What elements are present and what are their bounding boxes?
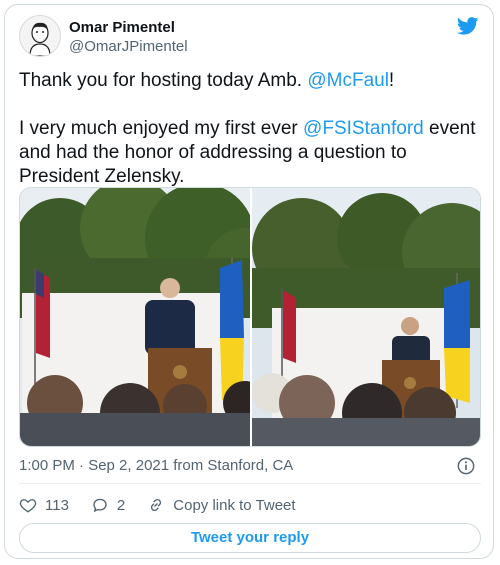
like-button[interactable]: 113: [19, 496, 69, 514]
mention-fsistanford[interactable]: @FSIStanford: [303, 118, 424, 139]
tweet-media: [19, 187, 481, 447]
tweet-line-1: Thank you for hosting today Amb. @McFaul…: [19, 69, 481, 93]
copy-link-label: Copy link to Tweet: [173, 496, 296, 514]
tweet-text: Thank you for hosting today Amb. @McFaul…: [19, 69, 481, 189]
author-name[interactable]: Omar Pimentel: [69, 19, 175, 36]
info-icon[interactable]: [457, 457, 475, 475]
tweet-text-segment: Thank you for hosting today Amb.: [19, 70, 308, 91]
like-count: 113: [45, 496, 69, 514]
twitter-bird-icon[interactable]: [457, 17, 479, 35]
tweet-your-reply-button[interactable]: Tweet your reply: [19, 523, 481, 553]
photo-speaker-wide[interactable]: [20, 188, 250, 446]
copy-link-button[interactable]: Copy link to Tweet: [147, 496, 296, 514]
link-icon: [151, 498, 162, 512]
divider: [19, 483, 481, 484]
author-handle[interactable]: @OmarJPimentel: [69, 38, 188, 55]
tweet-actions: 113 2 Copy link to Tweet: [19, 493, 318, 517]
reply-bubble-icon: [93, 498, 107, 513]
tweet-card: Omar Pimentel @OmarJPimentel Thank you f…: [4, 4, 494, 559]
mention-mcfaul[interactable]: @McFaul: [307, 70, 389, 91]
photo-speaker-closeup[interactable]: [252, 188, 480, 446]
avatar[interactable]: [19, 15, 61, 57]
tweet-timestamp[interactable]: 1:00 PM · Sep 2, 2021 from Stanford, CA: [19, 457, 293, 474]
reply-action-button[interactable]: 2: [91, 496, 125, 514]
reply-count: 2: [116, 496, 126, 514]
tweet-text-segment: !: [388, 70, 395, 91]
tweet-paragraph-2: I very much enjoyed my first ever @FSISt…: [19, 117, 481, 189]
tweet-text-segment: I very much enjoyed my first ever: [19, 118, 304, 139]
heart-icon: [19, 499, 37, 513]
